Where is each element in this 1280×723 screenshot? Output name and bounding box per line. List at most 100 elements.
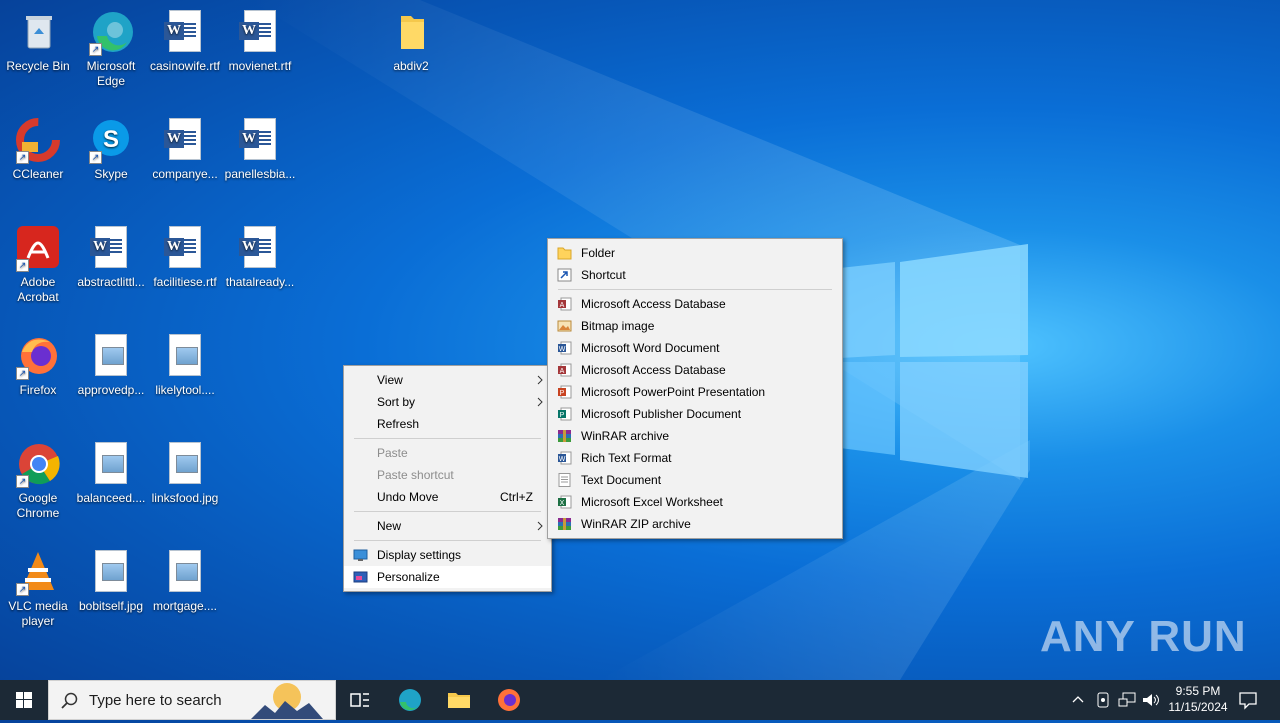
desktop-icon-bobitself[interactable]: bobitself.jpg <box>73 548 149 614</box>
start-button[interactable] <box>0 680 48 720</box>
shortcut-arrow-icon: ↗ <box>16 475 29 488</box>
word-icon: W <box>558 451 572 465</box>
desktop-icon-recycle-bin[interactable]: Recycle Bin <box>0 8 76 74</box>
new-menu-item-winrar-zip[interactable]: WinRAR ZIP archive <box>548 513 842 535</box>
desktop-icon-panellesbia[interactable]: W panellesbia... <box>222 116 298 182</box>
desktop-icon-approvedp[interactable]: approvedp... <box>73 332 149 398</box>
desktop-icon-thatalready[interactable]: W thatalready... <box>222 224 298 290</box>
firefox-taskbar-icon[interactable] <box>497 688 521 712</box>
acrobat-icon: ↗ <box>14 224 62 272</box>
volume-icon[interactable] <box>1142 692 1160 708</box>
desktop-icon-casinowife[interactable]: W casinowife.rtf <box>147 8 223 74</box>
new-menu-item-access-2[interactable]: A Microsoft Access Database <box>548 359 842 381</box>
file-explorer-icon[interactable] <box>447 688 471 712</box>
chevron-right-icon <box>537 375 543 385</box>
desktop-icon-likelytool[interactable]: likelytool.... <box>147 332 223 398</box>
skype-icon: S ↗ <box>87 116 135 164</box>
notifications-icon[interactable] <box>1238 690 1258 710</box>
menu-item-paste-shortcut[interactable]: Paste shortcut <box>344 464 551 486</box>
menu-item-undo-move[interactable]: Undo Move Ctrl+Z <box>344 486 551 508</box>
folder-icon <box>387 8 435 56</box>
search-box[interactable]: Type here to search <box>48 680 336 720</box>
svg-text:P: P <box>560 390 565 397</box>
display-icon <box>353 549 368 561</box>
new-menu-item-folder[interactable]: Folder <box>548 242 842 264</box>
chevron-right-icon <box>537 397 543 407</box>
desktop-icon-abdiv2[interactable]: abdiv2 <box>373 8 449 74</box>
desktop-icon-google-chrome[interactable]: ↗ Google Chrome <box>0 440 76 521</box>
desktop-icon-facilitiese[interactable]: W facilitiese.rtf <box>147 224 223 290</box>
image-file-icon <box>161 332 209 380</box>
desktop-icon-linksfood[interactable]: linksfood.jpg <box>147 440 223 506</box>
menu-item-sort-by[interactable]: Sort by <box>344 391 551 413</box>
new-menu-item-powerpoint[interactable]: P Microsoft PowerPoint Presentation <box>548 381 842 403</box>
vlc-icon: ↗ <box>14 548 62 596</box>
menu-separator <box>354 540 541 541</box>
personalize-icon <box>353 571 368 583</box>
menu-item-paste[interactable]: Paste <box>344 442 551 464</box>
bitmap-icon <box>557 320 572 332</box>
menu-item-display-settings[interactable]: Display settings <box>344 544 551 566</box>
task-view-icon[interactable] <box>348 688 372 712</box>
desktop-icon-movienet[interactable]: W movienet.rtf <box>222 8 298 74</box>
new-submenu: Folder Shortcut A Microsoft Access Datab… <box>547 238 843 539</box>
excel-icon: X <box>558 495 572 509</box>
desktop-icon-companye[interactable]: W companye... <box>147 116 223 182</box>
desktop-icon-edge[interactable]: ↗ Microsoft Edge <box>73 8 149 89</box>
menu-item-view[interactable]: View <box>344 369 551 391</box>
new-menu-item-rtf[interactable]: W Rich Text Format <box>548 447 842 469</box>
svg-text:P: P <box>560 412 565 419</box>
word-icon: W <box>558 341 572 355</box>
anyrun-watermark: ANY RUN <box>1040 612 1247 661</box>
desktop-icon-balanceed[interactable]: balanceed.... <box>73 440 149 506</box>
new-menu-item-shortcut[interactable]: Shortcut <box>548 264 842 286</box>
network-icon[interactable] <box>1118 692 1136 708</box>
image-file-icon <box>87 548 135 596</box>
svg-text:S: S <box>103 126 119 153</box>
taskbar: Type here to search 9:55 PM 11/15/2024 <box>0 680 1280 720</box>
winrar-icon <box>558 518 571 530</box>
desktop-icon-abstractlittl[interactable]: W abstractlittl... <box>73 224 149 290</box>
word-doc-icon: W <box>161 224 209 272</box>
svg-text:A: A <box>560 368 565 375</box>
clock[interactable]: 9:55 PM 11/15/2024 <box>1166 684 1230 714</box>
svg-text:W: W <box>559 456 566 463</box>
edge-icon: ↗ <box>87 8 135 56</box>
word-doc-icon: W <box>236 8 284 56</box>
shortcut-icon <box>557 268 572 282</box>
new-menu-item-access-1[interactable]: A Microsoft Access Database <box>548 293 842 315</box>
winrar-icon <box>558 430 571 442</box>
new-menu-item-winrar[interactable]: WinRAR archive <box>548 425 842 447</box>
word-doc-icon: W <box>236 224 284 272</box>
menu-item-new[interactable]: New <box>344 515 551 537</box>
image-file-icon <box>161 548 209 596</box>
text-icon <box>558 473 571 487</box>
desktop-icon-vlc[interactable]: ↗ VLC media player <box>0 548 76 629</box>
menu-item-refresh[interactable]: Refresh <box>344 413 551 435</box>
desktop-icon-firefox[interactable]: ↗ Firefox <box>0 332 76 398</box>
search-icon <box>61 692 78 709</box>
access-icon: A <box>558 363 572 377</box>
word-doc-icon: W <box>161 8 209 56</box>
desktop-icon-skype[interactable]: S ↗ Skype <box>73 116 149 182</box>
menu-item-personalize[interactable]: Personalize <box>344 566 551 588</box>
desktop-icon-mortgage[interactable]: mortgage.... <box>147 548 223 614</box>
shortcut-arrow-icon: ↗ <box>89 43 102 56</box>
desktop-icon-adobe-acrobat[interactable]: ↗ Adobe Acrobat <box>0 224 76 305</box>
new-menu-item-text-document[interactable]: Text Document <box>548 469 842 491</box>
device-icon[interactable] <box>1096 692 1110 708</box>
edge-taskbar-icon[interactable] <box>398 688 422 712</box>
new-menu-item-bitmap[interactable]: Bitmap image <box>548 315 842 337</box>
word-doc-icon: W <box>236 116 284 164</box>
new-menu-item-publisher[interactable]: P Microsoft Publisher Document <box>548 403 842 425</box>
firefox-icon: ↗ <box>14 332 62 380</box>
new-menu-item-excel[interactable]: X Microsoft Excel Worksheet <box>548 491 842 513</box>
desktop-icon-ccleaner[interactable]: ↗ CCleaner <box>0 116 76 182</box>
chevron-up-icon[interactable] <box>1072 694 1084 706</box>
shortcut-arrow-icon: ↗ <box>16 151 29 164</box>
access-icon: A <box>558 297 572 311</box>
shortcut-arrow-icon: ↗ <box>16 367 29 380</box>
svg-text:X: X <box>560 500 565 507</box>
chevron-right-icon <box>537 521 543 531</box>
new-menu-item-word[interactable]: W Microsoft Word Document <box>548 337 842 359</box>
